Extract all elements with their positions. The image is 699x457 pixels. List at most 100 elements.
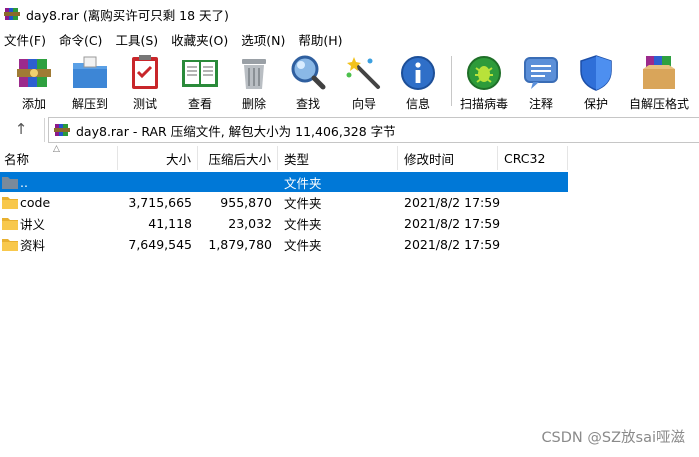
table-row-parent[interactable]: .. 文件夹 [0,172,568,192]
column-size[interactable]: 大小 [118,146,198,170]
sort-ascending-icon: △ [53,144,60,154]
file-modified [404,172,498,192]
table-row[interactable]: 资料 7,649,545 1,879,780 文件夹 2021/8/2 17:5… [0,234,568,254]
scan-virus-button[interactable]: 扫描病毒 [458,50,510,112]
menu-tools[interactable]: 工具(S) [111,30,163,49]
table-row[interactable]: code 3,715,665 955,870 文件夹 2021/8/2 17:5… [0,192,568,212]
info-icon [401,56,435,90]
file-name: 讲义 [20,216,46,232]
extract-to-button[interactable]: 解压到 [68,50,112,112]
file-name: 资料 [20,237,46,253]
add-archive-icon [17,59,51,87]
toolbar-separator [451,56,452,106]
find-label: 查找 [295,97,320,111]
window-title: day8.rar (离购买许可只剩 18 天了) [26,7,229,23]
file-type: 文件夹 [284,237,322,253]
file-name: code [20,194,51,210]
column-size-label: 大小 [165,151,191,167]
protect-label: 保护 [583,97,608,111]
extract-to-label: 解压到 [71,97,108,111]
column-packed-label: 压缩后大小 [208,151,271,167]
file-crc [504,213,568,233]
add-label: 添加 [21,97,46,111]
magnifier-icon [291,55,326,90]
file-packed-size: 955,870 [220,194,272,210]
address-field[interactable]: day8.rar - RAR 压缩文件, 解包大小为 11,406,328 字节 [48,117,699,143]
column-type[interactable]: 类型 [278,146,398,170]
file-size [118,172,192,192]
column-crc32[interactable]: CRC32 [498,146,568,170]
comment-label: 注释 [528,97,553,111]
extract-folder-icon [73,56,107,88]
protect-button[interactable]: 保护 [576,50,616,112]
view-label: 查看 [187,97,212,111]
folder-icon [2,196,18,209]
delete-button[interactable]: 删除 [234,50,274,112]
test-button[interactable]: 测试 [125,50,165,112]
delete-label: 删除 [241,97,266,111]
view-book-icon [182,60,218,87]
column-name-label: 名称 [4,151,30,167]
file-packed-size [198,172,272,192]
info-button[interactable]: 信息 [398,50,438,112]
column-modified-label: 修改时间 [404,151,455,167]
folder-icon [2,238,18,251]
shield-icon [580,55,612,91]
scan-virus-label: 扫描病毒 [459,97,508,111]
file-type: 文件夹 [284,175,322,191]
find-button[interactable]: 查找 [288,50,328,112]
file-name-cell: .. [2,172,118,192]
menu-favorites[interactable]: 收藏夹(O) [167,30,233,49]
comment-icon [524,57,558,89]
file-crc [504,192,568,212]
menu-bar: 文件(F) 命令(C) 工具(S) 收藏夹(O) 选项(N) 帮助(H) [0,28,699,50]
add-button[interactable]: 添加 [14,50,54,112]
menu-commands[interactable]: 命令(C) [55,30,107,49]
title-bar: day8.rar (离购买许可只剩 18 天了) [0,0,699,28]
up-level-button[interactable]: ↑ [4,117,38,141]
file-crc [504,172,568,192]
table-row[interactable]: 讲义 41,118 23,032 文件夹 2021/8/2 17:59 [0,213,568,233]
test-clipboard-icon [132,55,158,89]
menu-file[interactable]: 文件(F) [0,30,51,49]
column-packed-size[interactable]: 压缩后大小 [198,146,278,170]
file-size: 41,118 [148,215,192,231]
winrar-archive-icon [54,124,70,136]
csdn-watermark: CSDN @SZ放sai哑滋 [541,430,685,446]
file-name-cell: 资料 [2,234,118,254]
column-headers: 名称 △ 大小 压缩后大小 类型 修改时间 CRC32 [0,144,699,170]
column-type-label: 类型 [284,151,310,167]
sfx-box-icon [643,56,675,89]
file-packed-size: 23,032 [228,215,272,231]
file-crc [504,234,568,254]
file-name: .. [20,174,28,190]
wizard-button[interactable]: 向导 [344,50,384,112]
wizard-wand-icon [346,57,380,89]
sfx-button[interactable]: 自解压格式 [627,50,691,112]
test-label: 测试 [132,97,157,111]
winrar-app-icon [4,8,20,20]
trash-icon [242,59,266,89]
wizard-label: 向导 [351,97,376,111]
file-size: 3,715,665 [128,194,192,210]
column-name[interactable]: 名称 △ [0,144,118,170]
file-name-cell: code [2,192,118,212]
comment-button[interactable]: 注释 [521,50,561,112]
file-list: 名称 △ 大小 压缩后大小 类型 修改时间 CRC32 .. 文件夹 code … [0,144,699,457]
view-button[interactable]: 查看 [178,50,222,112]
column-modified[interactable]: 修改时间 [398,146,498,170]
virus-scan-icon [467,56,501,90]
sfx-label: 自解压格式 [628,97,689,111]
file-modified: 2021/8/2 17:59 [404,215,501,231]
file-type: 文件夹 [284,195,322,211]
arrow-up-icon: ↑ [14,120,28,138]
info-label: 信息 [405,97,430,111]
address-text: day8.rar - RAR 压缩文件, 解包大小为 11,406,328 字节 [76,123,396,139]
address-separator [44,118,45,142]
column-crc-label: CRC32 [504,150,546,166]
menu-options[interactable]: 选项(N) [237,30,290,49]
toolbar: 添加 解压到 测试 查看 删除 查找 向导 信息 扫描病毒 注释 保护 自解压格… [0,50,699,112]
folder-icon [2,176,18,189]
file-modified: 2021/8/2 17:59 [404,194,501,210]
menu-help[interactable]: 帮助(H) [294,30,347,49]
